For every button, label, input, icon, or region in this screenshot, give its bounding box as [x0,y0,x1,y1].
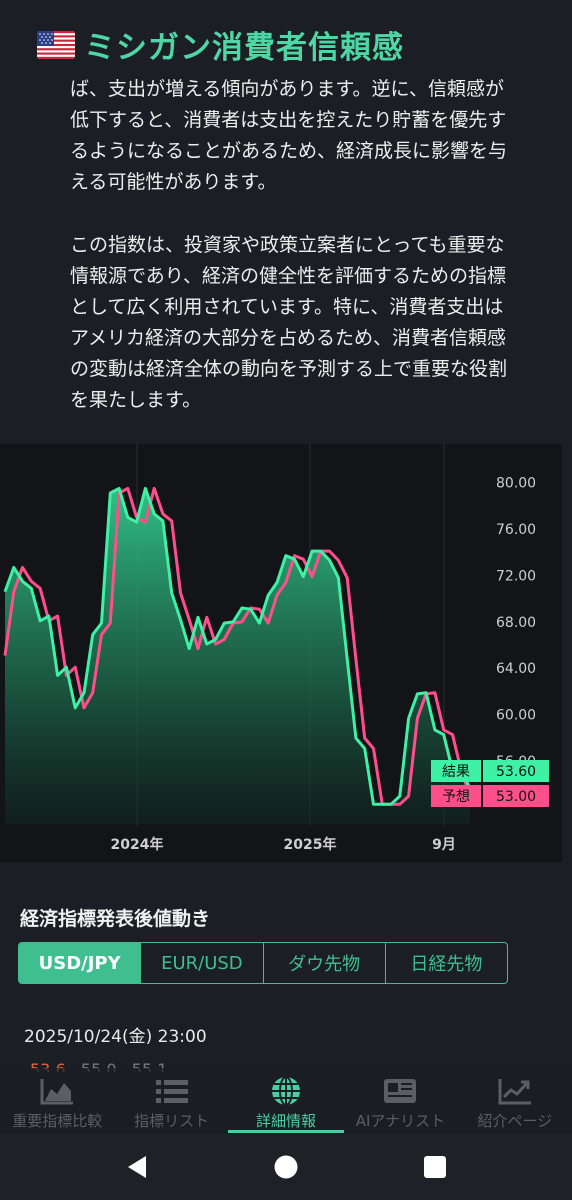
bottom-navigation: 重要指標比較 指標リスト 詳細情報 AIアナリスト 紹介ページ [0,1068,572,1134]
text-line: この指数は、投資家や政策立案者にとっても重要な [70,234,505,256]
nav-item-intro[interactable]: 紹介ページ [458,1068,572,1134]
indicator-chart[interactable]: 80.0076.0072.0068.0064.0060.0056.002024年… [0,444,562,862]
section-title: 経済指標発表後値動き [20,908,211,930]
y-tick-label: 60.00 [496,708,536,724]
y-tick-label: 80.00 [496,475,536,491]
nav-item-indicator-compare[interactable]: 重要指標比較 [0,1068,114,1134]
app-header: ミシガン消費者信頼感 [0,0,572,70]
home-icon[interactable] [273,1154,299,1180]
newspaper-icon [381,1076,419,1106]
nav-label: AIアナリスト [355,1112,446,1130]
tab-eur-usd[interactable]: EUR/USD [141,943,264,983]
us-flag-icon [37,31,75,59]
tab-usd-jpy[interactable]: USD/JPY [19,943,142,983]
recents-icon[interactable] [423,1154,447,1180]
x-tick-label: 2024年 [111,836,164,853]
globe-icon [267,1076,305,1106]
page-title: ミシガン消費者信頼感 [84,30,404,66]
list-icon [153,1076,191,1106]
nav-item-ai-analyst[interactable]: AIアナリスト [343,1068,457,1134]
text-line: える可能性があります。 [70,171,277,193]
active-tab-indicator [228,1130,344,1133]
actual-area-fill [5,488,470,824]
trend-chart-icon [496,1076,534,1106]
text-line: の変動は経済全体の動向を予測する上で重要な役割 [70,358,508,380]
legend-label: 予想 [442,789,470,805]
nav-label: 重要指標比較 [12,1112,103,1130]
y-tick-label: 68.00 [496,615,536,631]
x-tick-label: 9月 [432,837,456,853]
legend-value: 53.60 [496,764,536,780]
nav-label: 紹介ページ [477,1112,553,1130]
y-tick-label: 76.00 [496,522,536,538]
y-tick-label: 64.00 [496,661,536,677]
back-icon[interactable] [124,1154,150,1180]
text-line: として広く利用されています。特に、消費者支出は [70,296,504,318]
tab-nikkei-futures[interactable]: 日経先物 [386,943,507,983]
text-line: ば、支出が増える傾向があります。逆に、信頼感が [70,78,504,100]
chart-canvas[interactable]: 80.0076.0072.0068.0064.0060.0056.002024年… [0,444,562,862]
description-paragraph-2: この指数は、投資家や政策立案者にとっても重要な 情報源であり、経済の健全性を評価… [70,230,554,416]
currency-tabs: USD/JPY EUR/USD ダウ先物 日経先物 [18,942,508,984]
text-line: るようになることがあるため、経済成長に影響を与 [70,140,508,162]
text-line: 情報源であり、経済の健全性を評価するための指標 [70,265,507,287]
area-chart-icon [38,1076,76,1106]
x-tick-label: 2025年 [284,836,337,853]
text-line: 低下すると、消費者は支出を控えたり貯蓄を優先す [70,109,507,131]
nav-item-indicator-list[interactable]: 指標リスト [114,1068,228,1134]
nav-label: 指標リスト [134,1112,210,1130]
text-line: アメリカ経済の大部分を占めるため、消費者信頼感 [70,327,507,349]
system-navigation-bar [0,1134,572,1200]
y-tick-label: 72.00 [496,568,536,584]
text-line: を果たします。 [70,389,202,411]
tab-dow-futures[interactable]: ダウ先物 [264,943,386,983]
nav-item-details[interactable]: 詳細情報 [229,1068,343,1134]
legend-value: 53.00 [496,789,536,805]
nav-label: 詳細情報 [256,1112,317,1130]
description-paragraph-1: ば、支出が増える傾向があります。逆に、信頼感が 低下すると、消費者は支出を控えた… [70,74,554,198]
release-datetime: 2025/10/24(金) 23:00 [24,1027,207,1047]
legend-label: 結果 [442,764,470,780]
